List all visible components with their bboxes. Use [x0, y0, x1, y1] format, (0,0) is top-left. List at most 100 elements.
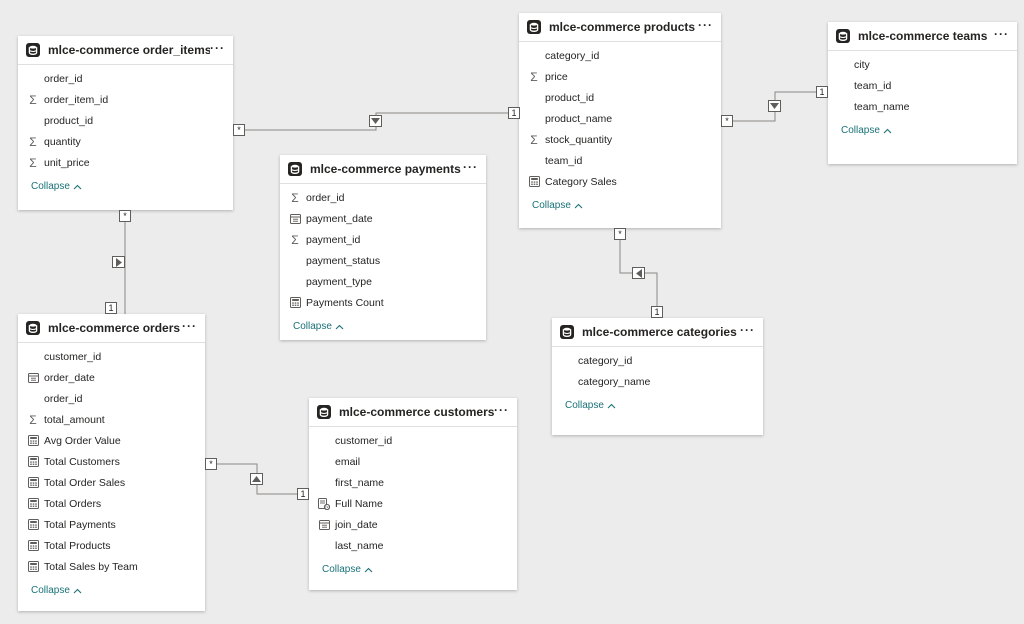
- table-header[interactable]: mlce-commerce teams ···: [828, 22, 1017, 51]
- field-row[interactable]: team_id: [519, 150, 721, 171]
- no-icon: [27, 115, 39, 127]
- field-name: order_id: [44, 392, 83, 405]
- more-options-icon[interactable]: ···: [698, 18, 713, 36]
- table-card-categories[interactable]: mlce-commerce categories ··· category_id ca…: [552, 318, 763, 435]
- field-name: payment_date: [306, 212, 373, 225]
- many-cardinality-label: *: [119, 210, 131, 222]
- field-name: payment_status: [306, 254, 381, 267]
- field-row[interactable]: city: [828, 54, 1017, 75]
- field-row[interactable]: last_name: [309, 535, 517, 556]
- collapse-button[interactable]: Collapse: [519, 200, 721, 211]
- field-name: Avg Order Value: [44, 434, 121, 447]
- field-row[interactable]: payment_status: [280, 250, 486, 271]
- field-row[interactable]: payment_date: [280, 208, 486, 229]
- calculator-icon: [27, 498, 39, 510]
- field-row[interactable]: team_id: [828, 75, 1017, 96]
- many-cardinality-label: *: [233, 124, 245, 136]
- field-name: Total Payments: [44, 518, 116, 531]
- table-header[interactable]: mlce-commerce categories ···: [552, 318, 763, 347]
- field-row[interactable]: team_name: [828, 96, 1017, 117]
- table-header[interactable]: mlce-commerce products ···: [519, 13, 721, 42]
- field-row[interactable]: Σprice: [519, 66, 721, 87]
- field-row[interactable]: Avg Order Value: [18, 430, 205, 451]
- field-row[interactable]: category_id: [519, 45, 721, 66]
- field-row[interactable]: product_name: [519, 108, 721, 129]
- field-row[interactable]: order_date: [18, 367, 205, 388]
- field-row[interactable]: payment_type: [280, 271, 486, 292]
- field-row[interactable]: product_id: [18, 110, 233, 131]
- table-title: mlce-commerce teams: [858, 29, 988, 43]
- more-options-icon[interactable]: ···: [210, 41, 225, 59]
- sigma-icon: Σ: [291, 232, 299, 247]
- collapse-button[interactable]: Collapse: [18, 585, 205, 596]
- field-row[interactable]: customer_id: [309, 430, 517, 451]
- field-row[interactable]: order_id: [18, 68, 233, 89]
- table-card-products[interactable]: mlce-commerce products ··· category_id Σpri…: [519, 13, 721, 228]
- field-row[interactable]: Total Orders: [18, 493, 205, 514]
- table-card-order-items[interactable]: mlce-commerce order_items ··· order_id Σord…: [18, 36, 233, 210]
- collapse-button[interactable]: Collapse: [552, 400, 763, 411]
- no-icon: [528, 155, 540, 167]
- field-row[interactable]: first_name: [309, 472, 517, 493]
- table-header[interactable]: mlce-commerce payments ···: [280, 155, 486, 184]
- field-row[interactable]: Total Sales by Team: [18, 556, 205, 577]
- field-row[interactable]: Σpayment_id: [280, 229, 486, 250]
- field-row[interactable]: Category Sales: [519, 171, 721, 192]
- more-options-icon[interactable]: ···: [740, 323, 755, 341]
- one-cardinality-label: 1: [651, 306, 663, 318]
- cross-filter-direction-icon[interactable]: [369, 115, 382, 127]
- more-options-icon[interactable]: ···: [182, 319, 197, 337]
- cross-filter-direction-icon[interactable]: [768, 100, 781, 112]
- field-list: Σorder_id payment_date Σpayment_id payment_…: [280, 184, 486, 313]
- table-icon: [25, 42, 41, 58]
- collapse-label: Collapse: [31, 585, 70, 596]
- table-header[interactable]: mlce-commerce orders ···: [18, 314, 205, 343]
- calculator-icon: [27, 561, 39, 573]
- field-name: team_name: [854, 100, 910, 113]
- table-card-orders[interactable]: mlce-commerce orders ··· customer_id order_…: [18, 314, 205, 611]
- field-row[interactable]: category_name: [552, 371, 763, 392]
- field-row[interactable]: Payments Count: [280, 292, 486, 313]
- field-name: price: [545, 70, 568, 83]
- field-row[interactable]: Total Order Sales: [18, 472, 205, 493]
- collapse-button[interactable]: Collapse: [828, 125, 1017, 136]
- field-row[interactable]: product_id: [519, 87, 721, 108]
- field-row[interactable]: Σquantity: [18, 131, 233, 152]
- one-cardinality-label: 1: [105, 302, 117, 314]
- sigma-icon: Σ: [29, 92, 37, 107]
- table-header[interactable]: mlce-commerce order_items ···: [18, 36, 233, 65]
- table-card-payments[interactable]: mlce-commerce payments ··· Σorder_idpaymen…: [280, 155, 486, 340]
- cross-filter-direction-icon[interactable]: [250, 473, 263, 485]
- field-row[interactable]: Total Customers: [18, 451, 205, 472]
- cross-filter-direction-icon[interactable]: [632, 267, 645, 279]
- table-card-customers[interactable]: mlce-commerce customers ··· customer_id ema…: [309, 398, 517, 590]
- field-row[interactable]: Σorder_id: [280, 187, 486, 208]
- field-row[interactable]: email: [309, 451, 517, 472]
- collapse-label: Collapse: [31, 181, 70, 192]
- field-name: first_name: [335, 476, 385, 489]
- field-row[interactable]: Total Products: [18, 535, 205, 556]
- field-row[interactable]: Σunit_price: [18, 152, 233, 173]
- field-row[interactable]: fx Full Name: [309, 493, 517, 514]
- field-row[interactable]: join_date: [309, 514, 517, 535]
- collapse-button[interactable]: Collapse: [309, 564, 517, 575]
- cross-filter-direction-icon[interactable]: [112, 256, 125, 268]
- table-card-teams[interactable]: mlce-commerce teams ··· city team_id team_na…: [828, 22, 1017, 164]
- field-row[interactable]: Σorder_item_id: [18, 89, 233, 110]
- collapse-button[interactable]: Collapse: [280, 321, 486, 332]
- field-row[interactable]: Σtotal_amount: [18, 409, 205, 430]
- table-icon: [559, 324, 575, 340]
- field-row[interactable]: category_id: [552, 350, 763, 371]
- more-options-icon[interactable]: ···: [463, 160, 478, 178]
- calendar-icon: [27, 372, 39, 384]
- field-name: product_id: [44, 114, 94, 127]
- more-options-icon[interactable]: ···: [494, 403, 509, 421]
- table-header[interactable]: mlce-commerce customers ···: [309, 398, 517, 427]
- field-row[interactable]: order_id: [18, 388, 205, 409]
- more-options-icon[interactable]: ···: [994, 27, 1009, 45]
- field-row[interactable]: Total Payments: [18, 514, 205, 535]
- collapse-button[interactable]: Collapse: [18, 181, 233, 192]
- field-row[interactable]: Σstock_quantity: [519, 129, 721, 150]
- field-row[interactable]: customer_id: [18, 346, 205, 367]
- no-icon: [318, 540, 330, 552]
